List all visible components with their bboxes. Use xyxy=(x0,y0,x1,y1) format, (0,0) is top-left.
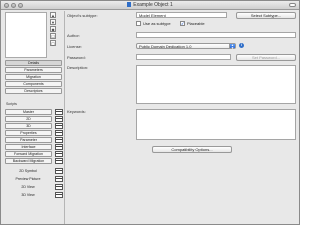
author-field[interactable] xyxy=(136,32,296,38)
set-password-button[interactable]: Set Password... xyxy=(236,54,296,61)
view-window-icon[interactable] xyxy=(55,184,63,190)
script-window-icon[interactable] xyxy=(55,123,63,129)
view-label: 3D View xyxy=(21,193,35,197)
description-textarea[interactable] xyxy=(136,65,296,104)
window-title: Example Object 1 xyxy=(133,2,173,8)
script-window-icon[interactable] xyxy=(55,137,63,143)
placeable-checkbox[interactable]: ✓ Placeable xyxy=(180,21,205,26)
author-label: Author: xyxy=(67,33,80,38)
view-row-2d-view: 2D View xyxy=(5,184,64,192)
details-panel: Object's subtype: Model Element Select S… xyxy=(67,11,299,224)
move-up-icon[interactable]: ▲ xyxy=(50,12,56,18)
script-3d-button[interactable]: 3D xyxy=(5,123,52,129)
view-window-icon[interactable] xyxy=(55,176,63,182)
clear-icon[interactable]: ☐ xyxy=(50,33,56,39)
preview-tools: ▲ ▼ ◆ ☐ ▢ xyxy=(50,12,60,47)
script-master-button[interactable]: Master xyxy=(5,109,52,115)
compatibility-options-button[interactable]: Compatibility Options... xyxy=(152,146,232,153)
section-components[interactable]: Components xyxy=(5,81,62,87)
keywords-label: Keywords: xyxy=(67,109,86,114)
subtype-field: Model Element xyxy=(136,12,227,18)
password-label: Password: xyxy=(67,55,86,60)
title-bar[interactable]: Example Object 1 xyxy=(1,1,299,10)
script-row-interface: Interface xyxy=(5,144,64,151)
panel-divider[interactable] xyxy=(64,11,65,224)
subtype-label: Object's subtype: xyxy=(67,13,98,18)
license-select[interactable]: Public Domain Dedication 1.0 ▲ ▼ xyxy=(136,43,236,49)
script-interface-button[interactable]: Interface xyxy=(5,144,52,150)
script-window-icon[interactable] xyxy=(55,109,63,115)
script-row-properties: Properties xyxy=(5,130,64,137)
script-backward-migration-button[interactable]: Backward Migration xyxy=(5,158,52,164)
section-details[interactable]: Details xyxy=(5,60,62,66)
script-2d-button[interactable]: 2D xyxy=(5,116,52,122)
toolbar-toggle-icon[interactable] xyxy=(289,3,296,7)
select-arrows-icon: ▲ ▼ xyxy=(229,43,235,50)
script-row-backward-migration: Backward Migration xyxy=(5,158,64,165)
view-label: 2D View xyxy=(21,185,35,189)
placeable-label: Placeable xyxy=(187,21,205,26)
view-row-3d-view: 3D View xyxy=(5,192,64,200)
script-window-icon[interactable] xyxy=(55,130,63,136)
move-down-icon[interactable]: ▼ xyxy=(50,19,56,25)
frame-icon[interactable]: ▢ xyxy=(50,40,56,46)
script-row-2d: 2D xyxy=(5,116,64,123)
view-window-icon[interactable] xyxy=(55,168,63,174)
checkbox-box-checked[interactable]: ✓ xyxy=(180,21,185,26)
script-window-icon[interactable] xyxy=(55,151,63,157)
section-descriptors[interactable]: Descriptors xyxy=(5,88,62,94)
section-parameters[interactable]: Parameters xyxy=(5,67,62,73)
preview-picture-well xyxy=(5,12,47,58)
view-label: 2D Symbol xyxy=(19,169,37,173)
script-row-master: Master xyxy=(5,109,64,116)
script-parameter-button[interactable]: Parameter xyxy=(5,137,52,143)
password-field[interactable] xyxy=(136,54,231,60)
object-window: Example Object 1 ▲ ▼ ◆ ☐ ▢ Details Param… xyxy=(0,0,300,225)
script-window-icon[interactable] xyxy=(55,144,63,150)
script-row-parameter: Parameter xyxy=(5,137,64,144)
view-window-icon[interactable] xyxy=(55,192,63,198)
window-title-wrap: Example Object 1 xyxy=(1,2,299,8)
keywords-textarea[interactable] xyxy=(136,109,296,140)
use-as-subtype-checkbox[interactable]: Use as subtype xyxy=(136,21,171,26)
script-forward-migration-button[interactable]: Forward Migration xyxy=(5,151,52,157)
left-panel: ▲ ▼ ◆ ☐ ▢ Details Parameters Migration C… xyxy=(3,11,64,224)
section-migration[interactable]: Migration xyxy=(5,74,62,80)
checkbox-box[interactable] xyxy=(136,21,141,26)
info-icon[interactable]: i xyxy=(239,43,244,48)
select-subtype-button[interactable]: Select Subtype... xyxy=(236,12,296,19)
view-row-preview-picture: Preview Picture xyxy=(5,176,64,184)
scripts-heading: Scripts xyxy=(6,102,17,106)
shape-icon[interactable]: ◆ xyxy=(50,26,56,32)
script-row-forward-migration: Forward Migration xyxy=(5,151,64,158)
use-as-subtype-label: Use as subtype xyxy=(143,21,171,26)
script-window-icon[interactable] xyxy=(55,116,63,122)
license-label: License: xyxy=(67,44,82,49)
script-window-icon[interactable] xyxy=(55,158,63,164)
script-properties-button[interactable]: Properties xyxy=(5,130,52,136)
script-row-3d: 3D xyxy=(5,123,64,130)
view-label: Preview Picture xyxy=(15,177,41,181)
view-row-2d-symbol: 2D Symbol xyxy=(5,168,64,176)
license-value: Public Domain Dedication 1.0 xyxy=(139,44,192,49)
document-icon xyxy=(127,2,132,7)
description-label: Description: xyxy=(67,65,89,70)
